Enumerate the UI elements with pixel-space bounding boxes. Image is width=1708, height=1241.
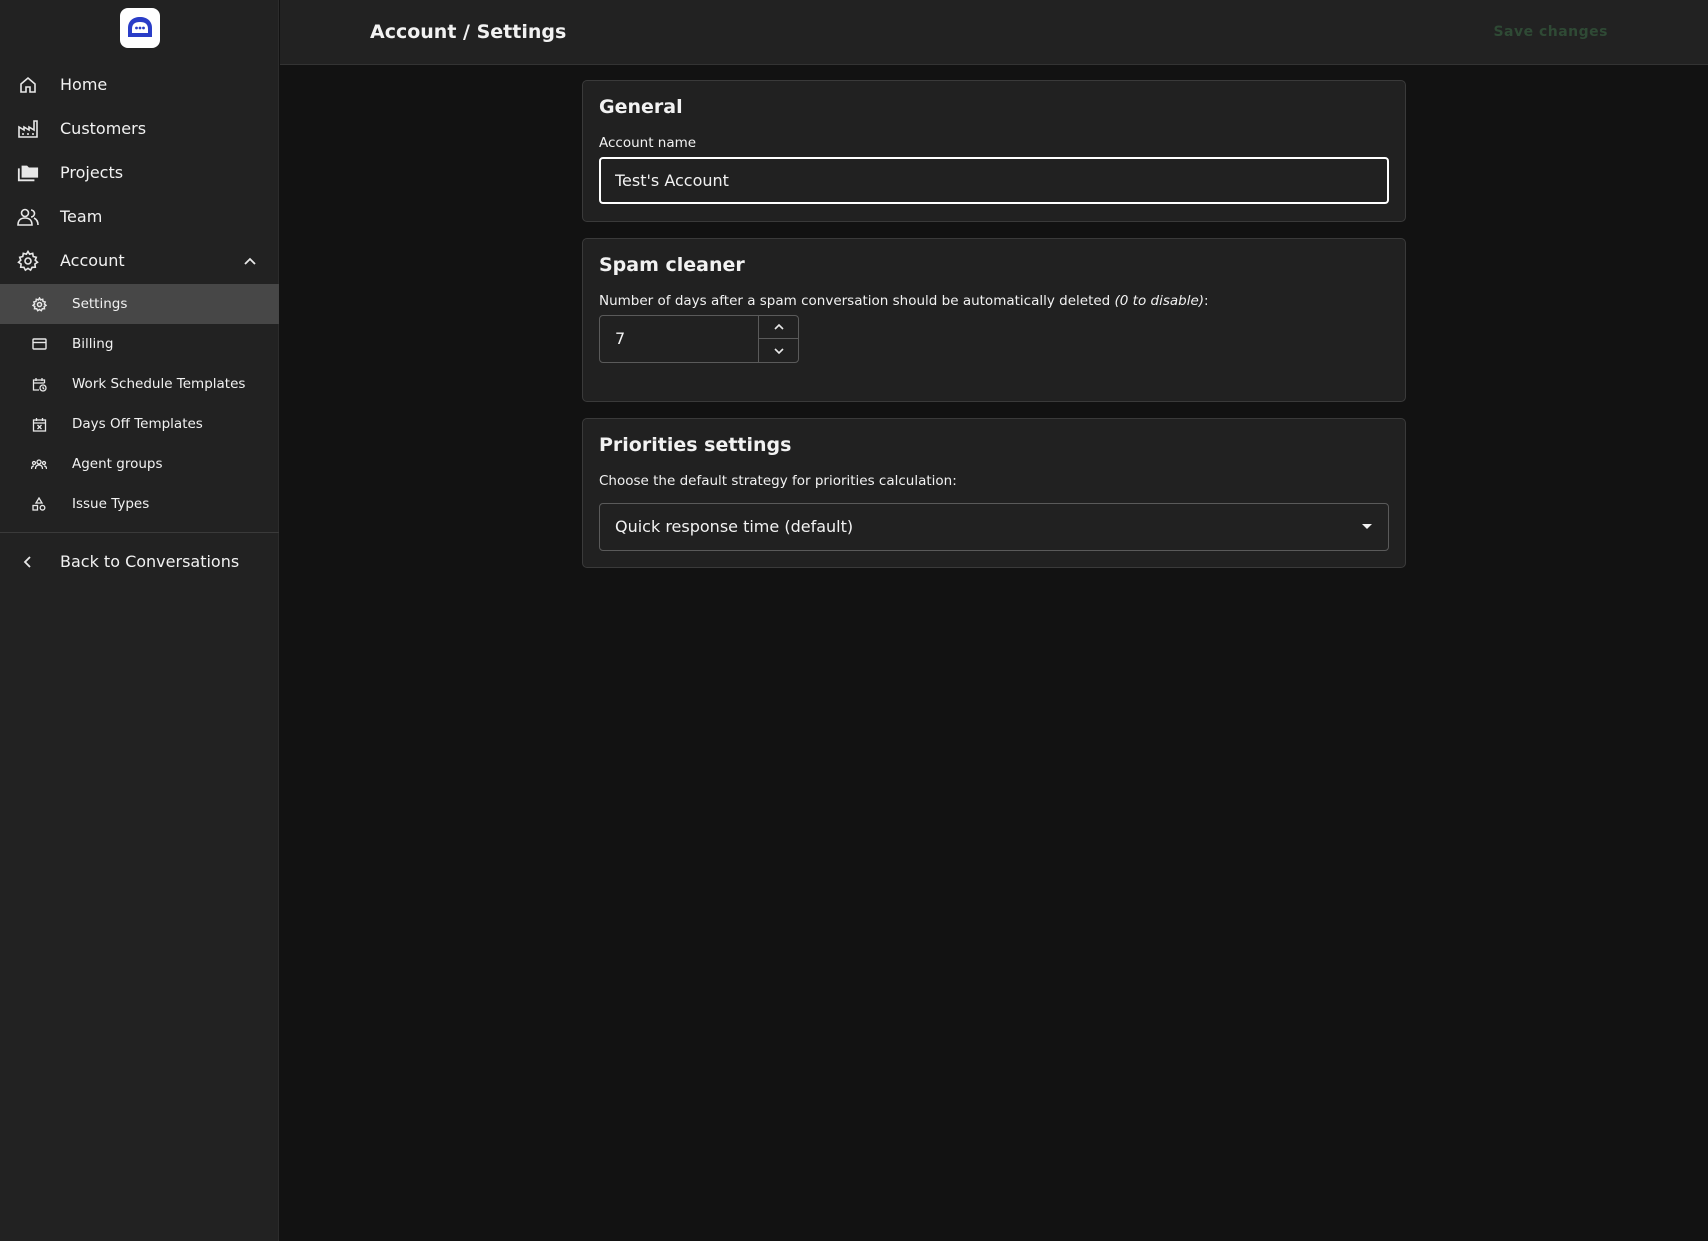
spam-cleaner-card: Spam cleaner Number of days after a spam… bbox=[582, 238, 1406, 402]
account-name-label: Account name bbox=[599, 135, 697, 151]
sidebar-subitem-settings[interactable]: Settings bbox=[0, 284, 279, 324]
shapes-icon bbox=[31, 496, 47, 512]
sidebar-item-customers[interactable]: Customers bbox=[0, 107, 279, 151]
sidebar-item-account[interactable]: Account bbox=[0, 239, 279, 283]
app-logo[interactable] bbox=[120, 8, 160, 48]
people-icon bbox=[17, 206, 39, 228]
increment-button[interactable] bbox=[759, 316, 798, 339]
chevron-up-icon[interactable] bbox=[241, 252, 259, 270]
factory-icon bbox=[17, 118, 39, 140]
sidebar-subitem-label: Settings bbox=[72, 296, 128, 312]
sidebar-item-label: Projects bbox=[60, 163, 124, 182]
page-title: Account / Settings bbox=[370, 21, 567, 43]
credit-card-icon bbox=[31, 336, 47, 352]
top-header: Account / Settings Save changes bbox=[280, 0, 1708, 65]
general-card: General Account name bbox=[582, 80, 1406, 222]
back-to-conversations-link[interactable]: Back to Conversations bbox=[0, 540, 279, 584]
sidebar-subitem-billing[interactable]: Billing bbox=[0, 324, 279, 364]
gear-small-icon bbox=[31, 296, 47, 312]
spam-days-hint: (0 to disable) bbox=[1114, 293, 1205, 309]
calendar-clock-icon bbox=[31, 376, 47, 392]
stepper-buttons bbox=[758, 316, 798, 362]
sidebar-subitem-label: Billing bbox=[72, 336, 114, 352]
spam-days-description: Number of days after a spam conversation… bbox=[599, 293, 1115, 309]
chevron-up-icon bbox=[773, 323, 784, 330]
priorities-strategy-select[interactable]: Quick response time (default) bbox=[599, 503, 1389, 551]
back-to-conversations-label: Back to Conversations bbox=[60, 552, 240, 571]
priorities-selected-value: Quick response time (default) bbox=[615, 517, 854, 536]
sidebar-subitem-days-off-templates[interactable]: Days Off Templates bbox=[0, 404, 279, 444]
spam-days-suffix: : bbox=[1204, 293, 1209, 309]
priorities-card: Priorities settings Choose the default s… bbox=[582, 418, 1406, 568]
sidebar-item-label: Team bbox=[60, 207, 103, 226]
sidebar-item-team[interactable]: Team bbox=[0, 195, 279, 239]
sidebar-item-label: Customers bbox=[60, 119, 147, 138]
spam-cleaner-title: Spam cleaner bbox=[599, 254, 745, 276]
priorities-description: Choose the default strategy for prioriti… bbox=[599, 473, 957, 489]
sidebar-item-home[interactable]: Home bbox=[0, 63, 279, 107]
gear-icon bbox=[17, 250, 39, 272]
chat-bubble-logo-icon bbox=[128, 17, 152, 37]
sidebar-item-label: Account bbox=[60, 251, 125, 270]
spam-days-stepper[interactable]: 7 bbox=[599, 315, 799, 363]
chevron-down-icon bbox=[773, 347, 784, 354]
sidebar: Home Customers Projects Team Account Set… bbox=[0, 0, 279, 1241]
sidebar-subitem-agent-groups[interactable]: Agent groups bbox=[0, 444, 279, 484]
spam-days-value: 7 bbox=[615, 329, 626, 348]
general-section-title: General bbox=[599, 96, 683, 118]
sidebar-subitem-issue-types[interactable]: Issue Types bbox=[0, 484, 279, 524]
sidebar-item-label: Home bbox=[60, 75, 108, 94]
home-icon bbox=[17, 74, 39, 96]
sidebar-item-projects[interactable]: Projects bbox=[0, 151, 279, 195]
chevron-left-icon bbox=[17, 551, 39, 573]
calendar-x-icon bbox=[31, 416, 47, 432]
priorities-title: Priorities settings bbox=[599, 434, 792, 456]
spam-days-label: Number of days after a spam conversation… bbox=[599, 293, 1209, 309]
sidebar-divider bbox=[0, 532, 279, 533]
sidebar-subitem-label: Work Schedule Templates bbox=[72, 376, 246, 392]
save-changes-button[interactable]: Save changes bbox=[1493, 20, 1608, 44]
sidebar-subitem-work-schedule-templates[interactable]: Work Schedule Templates bbox=[0, 364, 279, 404]
sidebar-subitem-label: Days Off Templates bbox=[72, 416, 203, 432]
folders-icon bbox=[17, 162, 39, 184]
group-icon bbox=[31, 456, 47, 472]
sidebar-subitem-label: Agent groups bbox=[72, 456, 163, 472]
account-name-input[interactable] bbox=[599, 157, 1389, 204]
decrement-button[interactable] bbox=[759, 339, 798, 362]
sidebar-subitem-label: Issue Types bbox=[72, 496, 150, 512]
dropdown-arrow-icon bbox=[1362, 524, 1372, 529]
